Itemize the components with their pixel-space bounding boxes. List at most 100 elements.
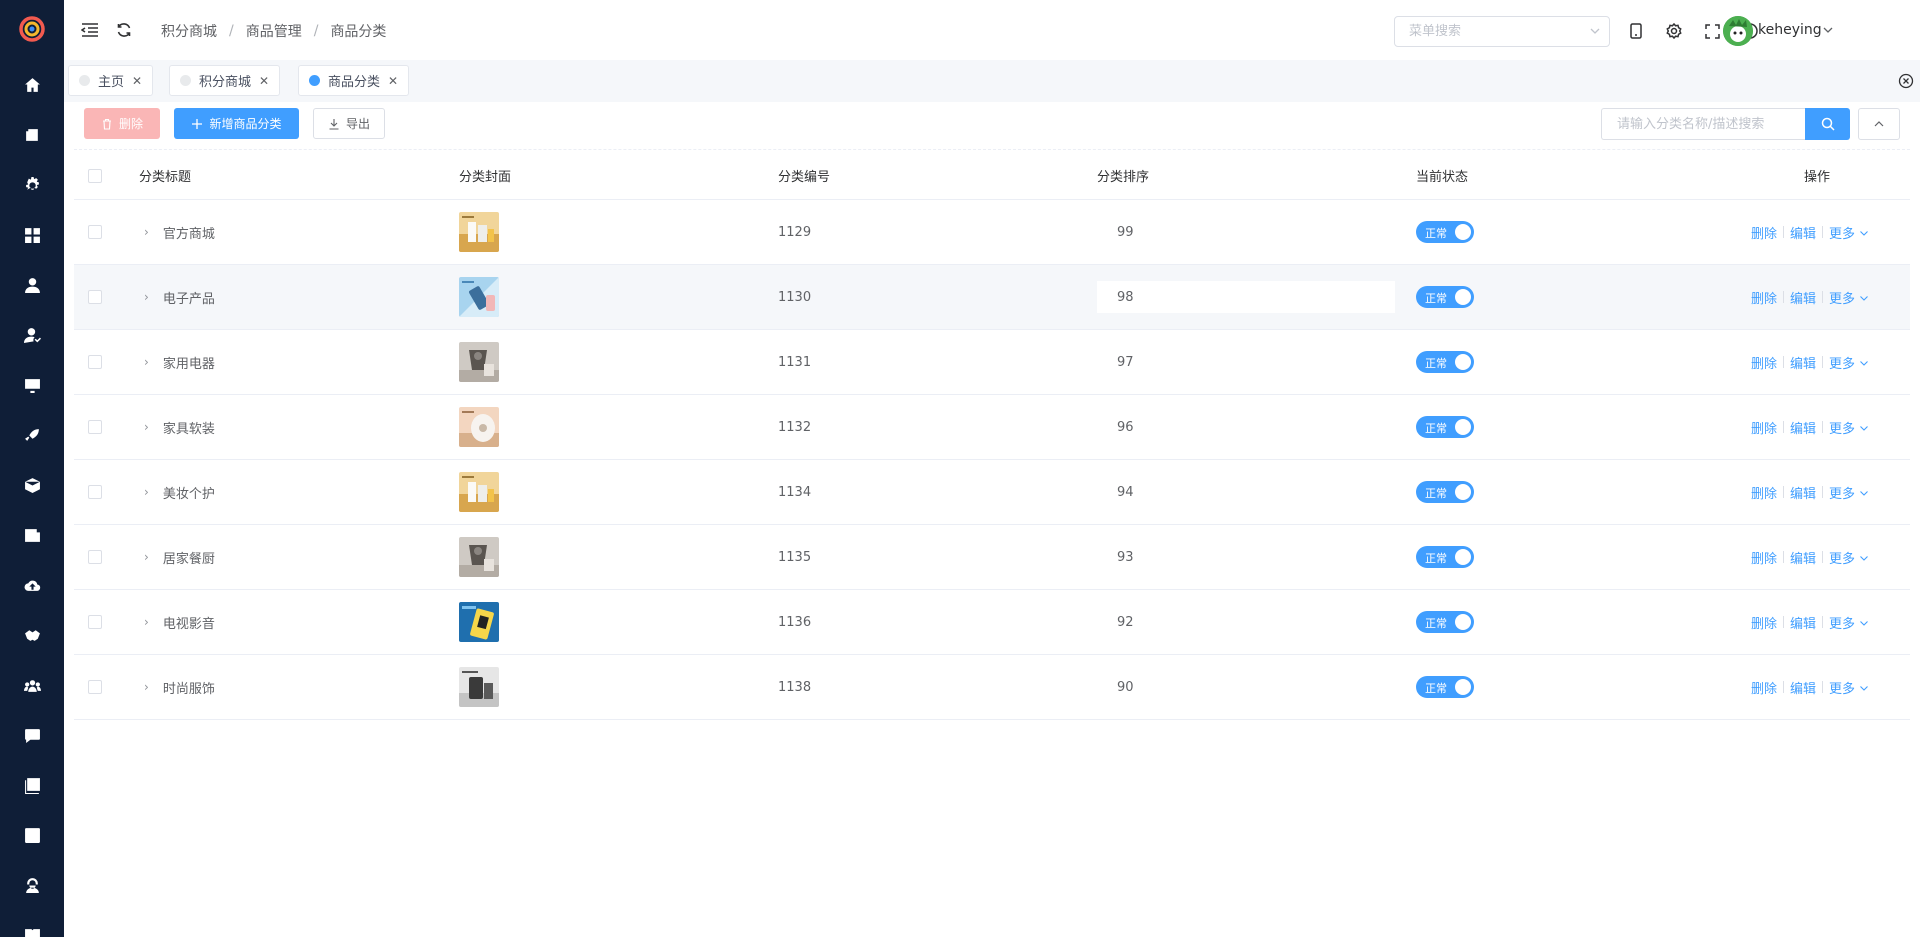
sidebar-item-monitor[interactable]: [0, 360, 64, 410]
more-dropdown[interactable]: 更多: [1829, 353, 1869, 372]
edit-link[interactable]: 编辑: [1790, 418, 1816, 437]
more-dropdown[interactable]: 更多: [1829, 678, 1869, 697]
mobile-icon[interactable]: [1627, 22, 1645, 40]
row-checkbox[interactable]: [88, 485, 102, 499]
sidebar-item-chat[interactable]: [0, 710, 64, 760]
table-row[interactable]: › 官方商城 1129 99 正常 删除 编辑 更多: [74, 200, 1910, 265]
sidebar-item-team[interactable]: [0, 660, 64, 710]
category-cover-image[interactable]: [459, 472, 499, 512]
sidebar-item-settings[interactable]: [0, 160, 64, 210]
table-row[interactable]: › 美妆个护 1134 94 正常 删除 编辑 更多: [74, 460, 1910, 525]
expand-chevron-icon[interactable]: ›: [144, 485, 149, 499]
edit-link[interactable]: 编辑: [1790, 288, 1816, 307]
sidebar-item-support[interactable]: [0, 860, 64, 910]
expand-chevron-icon[interactable]: ›: [144, 355, 149, 369]
tag-product-category[interactable]: 商品分类 ✕: [298, 65, 410, 96]
category-cover-image[interactable]: [459, 602, 499, 642]
category-cover-image[interactable]: [459, 212, 499, 252]
more-dropdown[interactable]: 更多: [1829, 418, 1869, 437]
sidebar-item-book[interactable]: [0, 910, 64, 937]
status-switch[interactable]: 正常: [1416, 481, 1474, 503]
settings-icon[interactable]: [1665, 22, 1683, 40]
table-row[interactable]: › 居家餐厨 1135 93 正常 删除 编辑 更多: [74, 525, 1910, 590]
more-dropdown[interactable]: 更多: [1829, 288, 1869, 307]
refresh-icon[interactable]: [114, 20, 134, 40]
expand-chevron-icon[interactable]: ›: [144, 290, 149, 304]
breadcrumb-item-points-mall[interactable]: 积分商城: [161, 21, 217, 41]
edit-link[interactable]: 编辑: [1790, 483, 1816, 502]
menu-fold-icon[interactable]: [80, 20, 100, 40]
status-switch[interactable]: 正常: [1416, 546, 1474, 568]
edit-link[interactable]: 编辑: [1790, 353, 1816, 372]
more-dropdown[interactable]: 更多: [1829, 548, 1869, 567]
expand-chevron-icon[interactable]: ›: [144, 420, 149, 434]
category-cover-image[interactable]: [459, 537, 499, 577]
edit-link[interactable]: 编辑: [1790, 613, 1816, 632]
more-dropdown[interactable]: 更多: [1829, 483, 1869, 502]
delete-link[interactable]: 删除: [1751, 288, 1777, 307]
logo-icon[interactable]: [19, 16, 45, 42]
sidebar-item-apps[interactable]: [0, 210, 64, 260]
more-dropdown[interactable]: 更多: [1829, 223, 1869, 242]
close-all-tags-icon[interactable]: [1898, 73, 1914, 89]
tag-points-mall[interactable]: 积分商城 ✕: [169, 65, 281, 96]
tag-home[interactable]: 主页 ✕: [68, 65, 154, 96]
sidebar-item-cloud-upload[interactable]: [0, 560, 64, 610]
category-cover-image[interactable]: [459, 407, 499, 447]
row-checkbox[interactable]: [88, 290, 102, 304]
category-cover-image[interactable]: [459, 277, 499, 317]
edit-link[interactable]: 编辑: [1790, 223, 1816, 242]
sidebar-item-news[interactable]: [0, 510, 64, 560]
edit-link[interactable]: 编辑: [1790, 548, 1816, 567]
sidebar-item-cube[interactable]: [0, 460, 64, 510]
row-checkbox[interactable]: [88, 550, 102, 564]
category-cover-image[interactable]: [459, 667, 499, 707]
table-row[interactable]: › 电子产品 1130 98 正常 删除 编辑 更多: [74, 265, 1910, 330]
add-category-button[interactable]: 新增商品分类: [174, 108, 299, 139]
row-checkbox[interactable]: [88, 615, 102, 629]
expand-chevron-icon[interactable]: ›: [144, 615, 149, 629]
delete-link[interactable]: 删除: [1751, 678, 1777, 697]
menu-search-select[interactable]: [1394, 16, 1610, 47]
category-cover-image[interactable]: [459, 342, 499, 382]
expand-chevron-icon[interactable]: ›: [144, 550, 149, 564]
status-switch[interactable]: 正常: [1416, 221, 1474, 243]
status-switch[interactable]: 正常: [1416, 676, 1474, 698]
sidebar-item-wallet[interactable]: [0, 110, 64, 160]
edit-link[interactable]: 编辑: [1790, 678, 1816, 697]
row-checkbox[interactable]: [88, 680, 102, 694]
sidebar-item-handshake[interactable]: [0, 610, 64, 660]
delete-link[interactable]: 删除: [1751, 613, 1777, 632]
batch-delete-button[interactable]: 删除: [84, 108, 160, 139]
sidebar-item-user-check[interactable]: [0, 310, 64, 360]
expand-chevron-icon[interactable]: ›: [144, 680, 149, 694]
sort-input[interactable]: 98: [1097, 281, 1395, 313]
table-row[interactable]: › 时尚服饰 1138 90 正常 删除 编辑 更多: [74, 655, 1910, 720]
row-checkbox[interactable]: [88, 420, 102, 434]
status-switch[interactable]: 正常: [1416, 351, 1474, 373]
delete-link[interactable]: 删除: [1751, 223, 1777, 242]
row-checkbox[interactable]: [88, 355, 102, 369]
status-switch[interactable]: 正常: [1416, 611, 1474, 633]
table-row[interactable]: › 电视影音 1136 92 正常 删除 编辑 更多: [74, 590, 1910, 655]
delete-link[interactable]: 删除: [1751, 353, 1777, 372]
delete-link[interactable]: 删除: [1751, 418, 1777, 437]
sidebar-item-template[interactable]: [0, 810, 64, 860]
more-dropdown[interactable]: 更多: [1829, 613, 1869, 632]
category-search-input[interactable]: [1602, 109, 1792, 139]
close-icon[interactable]: ✕: [388, 74, 398, 88]
export-button[interactable]: 导出: [313, 108, 385, 139]
sidebar-item-rocket[interactable]: [0, 410, 64, 460]
collapse-search-button[interactable]: [1858, 108, 1900, 140]
avatar[interactable]: [1723, 16, 1753, 46]
row-checkbox[interactable]: [88, 225, 102, 239]
delete-link[interactable]: 删除: [1751, 548, 1777, 567]
expand-chevron-icon[interactable]: ›: [144, 225, 149, 239]
menu-search-input[interactable]: [1409, 17, 1589, 46]
table-row[interactable]: › 家用电器 1131 97 正常 删除 编辑 更多: [74, 330, 1910, 395]
sidebar-item-gallery[interactable]: [0, 760, 64, 810]
close-icon[interactable]: ✕: [259, 74, 269, 88]
delete-link[interactable]: 删除: [1751, 483, 1777, 502]
username[interactable]: keheying: [1758, 22, 1822, 38]
status-switch[interactable]: 正常: [1416, 286, 1474, 308]
